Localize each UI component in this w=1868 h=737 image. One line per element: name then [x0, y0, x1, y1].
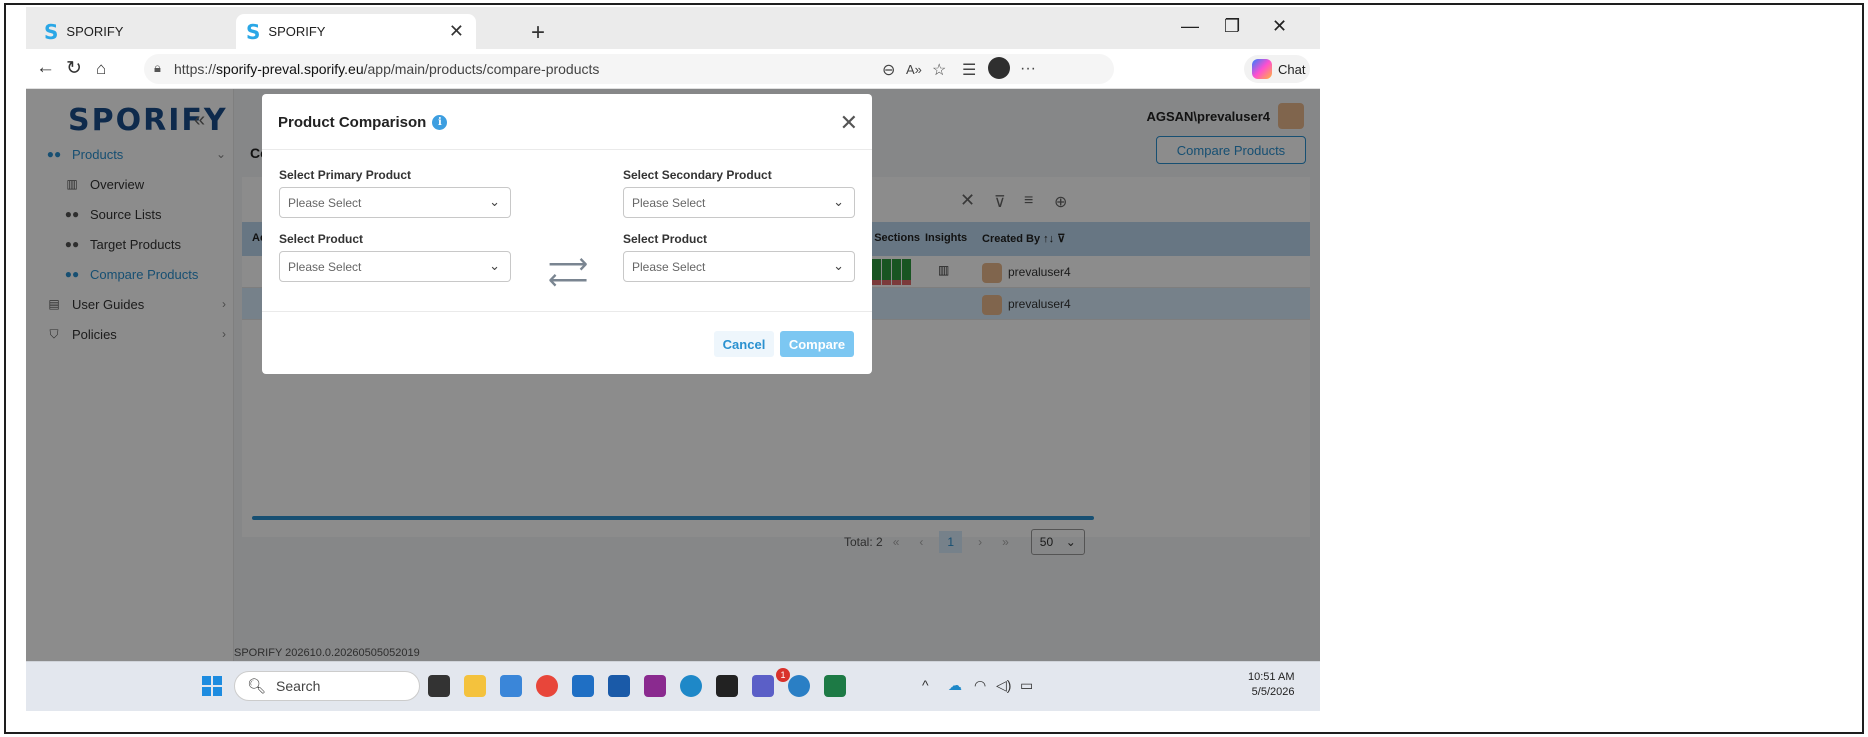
wifi-icon[interactable]: ◠: [974, 677, 986, 694]
back-icon[interactable]: ←: [36, 57, 55, 79]
secondary-product-label: Select Secondary Product: [623, 168, 772, 182]
chat-label: Chat: [1278, 61, 1306, 77]
cancel-button[interactable]: Cancel: [714, 331, 774, 357]
store-icon[interactable]: [608, 675, 630, 697]
taskbar-search[interactable]: 🔍︎ Search: [234, 671, 420, 701]
excel-icon[interactable]: [824, 675, 846, 697]
chrome-icon[interactable]: [536, 675, 558, 697]
screen: S SPORIFY ✕ S SPORIFY ✕ + — ❐ ✕ ← ↻ ⌂ 🔒︎…: [26, 7, 1320, 732]
edge-icon[interactable]: [680, 675, 702, 697]
chevron-down-icon: ⌄: [489, 258, 500, 273]
app-icon[interactable]: [500, 675, 522, 697]
product-label-left: Select Product: [279, 232, 364, 246]
zoom-icon[interactable]: ⊖: [882, 60, 895, 80]
file-explorer-icon[interactable]: [464, 675, 486, 697]
favorite-star-icon[interactable]: ☆: [932, 60, 946, 80]
copilot-icon: [1252, 59, 1272, 79]
teams-icon[interactable]: [752, 675, 774, 697]
new-tab-icon[interactable]: +: [531, 19, 545, 47]
refresh-icon[interactable]: ↻: [66, 57, 82, 80]
divider: [262, 311, 872, 312]
close-icon[interactable]: ✕: [840, 110, 858, 136]
info-icon[interactable]: i: [432, 115, 448, 130]
product-select-left[interactable]: Please Select ⌄: [279, 251, 511, 282]
minimize-icon[interactable]: —: [1181, 16, 1199, 37]
app-icon[interactable]: [644, 675, 666, 697]
chevron-down-icon: ⌄: [833, 194, 844, 209]
window-close-icon[interactable]: ✕: [1272, 16, 1287, 37]
browser-tab-active[interactable]: S SPORIFY ✕: [236, 14, 476, 49]
chevron-down-icon: ⌄: [489, 194, 500, 209]
tab-title: SPORIFY: [66, 24, 124, 39]
divider: [262, 149, 872, 150]
home-icon[interactable]: ⌂: [96, 59, 106, 79]
edge-dev-icon[interactable]: [788, 675, 810, 697]
swap-arrows-icon[interactable]: ⟶ ⟵: [548, 250, 588, 294]
product-select-right[interactable]: Please Select ⌄: [623, 251, 855, 282]
screen-bottom: [26, 711, 1320, 732]
notification-badge: 1: [776, 668, 790, 682]
restore-icon[interactable]: ❐: [1224, 16, 1240, 37]
volume-icon[interactable]: ◁): [996, 677, 1011, 694]
app-icon[interactable]: [716, 675, 738, 697]
browser-tab-bar: S SPORIFY ✕ S SPORIFY ✕ + — ❐ ✕: [26, 7, 1320, 49]
profile-icon[interactable]: [988, 57, 1010, 79]
system-clock[interactable]: 10:51 AM 5/5/2026: [1248, 670, 1294, 700]
tab-close-icon[interactable]: ✕: [449, 21, 464, 42]
lock-icon: 🔒︎: [154, 60, 161, 75]
outlook-icon[interactable]: [572, 675, 594, 697]
product-comparison-dialog: Product Comparison i ✕ Select Primary Pr…: [262, 94, 872, 374]
tab-title: SPORIFY: [268, 24, 326, 39]
search-icon: 🔍︎: [247, 678, 267, 695]
url-text: https://sporify-preval.sporify.eu/app/ma…: [174, 61, 600, 77]
more-icon[interactable]: ···: [1020, 60, 1036, 78]
chevron-down-icon: ⌄: [833, 258, 844, 273]
secondary-product-select[interactable]: Please Select ⌄: [623, 187, 855, 218]
windows-start-icon[interactable]: [202, 676, 222, 696]
sporify-favicon-icon: S: [44, 19, 59, 44]
primary-product-label: Select Primary Product: [279, 168, 412, 182]
battery-icon[interactable]: ▭: [1020, 677, 1033, 694]
product-label-right: Select Product: [623, 232, 708, 246]
sporify-favicon-icon: S: [246, 19, 261, 44]
windows-taskbar: 🔍︎ Search 1 ^ ☁ ◠ ◁) ▭ 10:51 AM 5/5/2026: [26, 661, 1320, 711]
primary-product-select[interactable]: Please Select ⌄: [279, 187, 511, 218]
address-bar: ← ↻ ⌂ 🔒︎ https://sporify-preval.sporify.…: [26, 49, 1320, 89]
onedrive-icon[interactable]: ☁: [948, 677, 962, 694]
compare-button[interactable]: Compare: [780, 331, 854, 357]
copilot-chat-button[interactable]: Chat: [1244, 55, 1310, 83]
favorites-list-icon[interactable]: ☰: [962, 60, 976, 80]
dialog-title: Product Comparison i: [278, 114, 448, 131]
chevron-up-icon[interactable]: ^: [922, 677, 929, 693]
screenshot-frame: S SPORIFY ✕ S SPORIFY ✕ + — ❐ ✕ ← ↻ ⌂ 🔒︎…: [4, 3, 1864, 734]
read-aloud-icon[interactable]: A»: [906, 62, 922, 77]
task-view-icon[interactable]: [428, 675, 450, 697]
